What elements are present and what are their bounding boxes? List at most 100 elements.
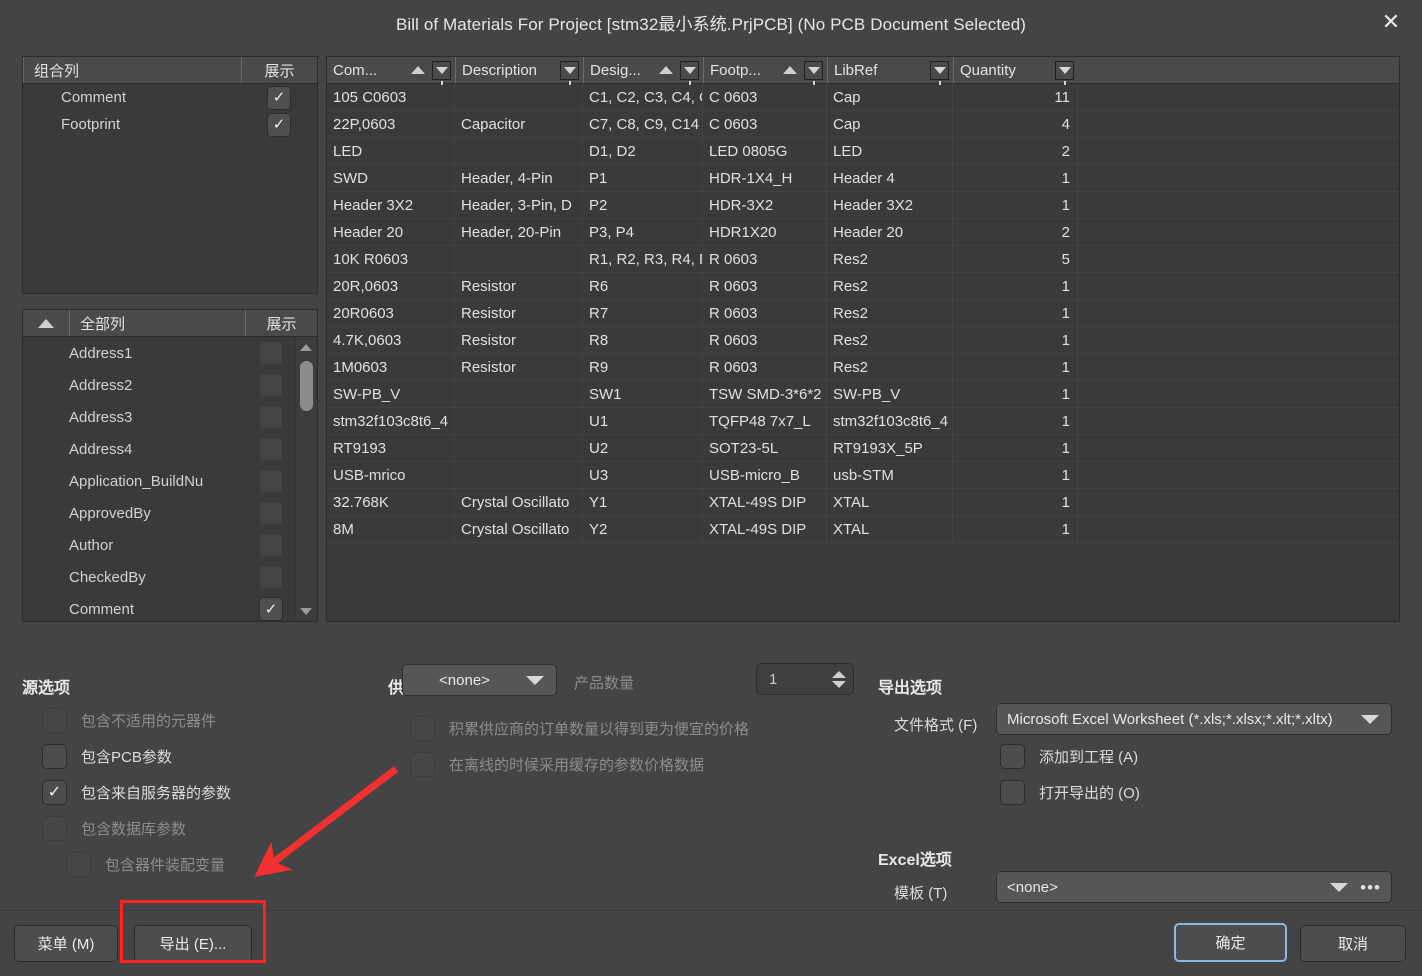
checkbox-include-assembly-variants[interactable]: ✓ 包含器件装配变量 <box>66 852 225 877</box>
chevron-down-icon[interactable] <box>1361 715 1379 724</box>
list-item[interactable]: Address1✓ <box>23 337 295 369</box>
checkbox-unchecked-icon[interactable]: ✓ <box>42 708 67 733</box>
list-item[interactable]: Address2✓ <box>23 369 295 401</box>
all-columns-scrollbar[interactable] <box>295 337 316 620</box>
list-item[interactable]: CheckedBy✓ <box>23 561 295 593</box>
grouped-columns-name-header[interactable]: 组合列 <box>23 57 241 83</box>
column-header-footprint[interactable]: Footp... <box>703 57 827 83</box>
checkbox-unchecked-icon[interactable]: ✓ <box>259 565 283 589</box>
sort-ascending-icon[interactable] <box>783 66 797 74</box>
ok-button[interactable]: 确定 <box>1174 923 1287 962</box>
all-columns-name-header[interactable]: 全部列 <box>69 310 245 336</box>
all-column-show-cell[interactable]: ✓ <box>247 597 295 621</box>
table-row[interactable]: 20R,0603ResistorR6R 0603Res21 <box>327 273 1399 300</box>
grouped-column-show-cell[interactable]: ✓ <box>241 86 317 110</box>
list-item[interactable]: ApprovedBy✓ <box>23 497 295 529</box>
table-row[interactable]: 105 C0603C1, C2, C3, C4, CC 0603Cap11 <box>327 84 1399 111</box>
checkbox-open-exported[interactable]: ✓ 打开导出的 (O) <box>1000 780 1140 805</box>
sort-ascending-icon[interactable] <box>411 66 425 74</box>
all-column-show-cell[interactable]: ✓ <box>247 437 295 461</box>
checkbox-include-server-params[interactable]: ✓ 包含来自服务器的参数 <box>42 780 231 805</box>
checkbox-unchecked-icon[interactable]: ✓ <box>259 437 283 461</box>
column-header-comment[interactable]: Com... <box>327 57 455 83</box>
checkbox-include-pcb-params[interactable]: ✓ 包含PCB参数 <box>42 744 172 769</box>
checkbox-unchecked-icon[interactable]: ✓ <box>1000 744 1025 769</box>
table-row[interactable]: SW-PB_VSW1TSW SMD-3*6*2SW-PB_V1 <box>327 381 1399 408</box>
checkbox-checked-icon[interactable]: ✓ <box>42 780 67 805</box>
filter-icon[interactable] <box>432 61 451 80</box>
scroll-down-icon[interactable] <box>300 608 312 615</box>
table-row[interactable]: stm32f103c8t6_4U1TQFP48 7x7_Lstm32f103c8… <box>327 408 1399 435</box>
all-column-show-cell[interactable]: ✓ <box>247 405 295 429</box>
scroll-up-icon[interactable] <box>296 337 316 357</box>
chevron-down-icon[interactable] <box>1330 883 1348 892</box>
list-item[interactable]: Author✓ <box>23 529 295 561</box>
all-column-show-cell[interactable]: ✓ <box>247 565 295 589</box>
all-column-show-cell[interactable]: ✓ <box>247 533 295 557</box>
sort-ascending-icon[interactable] <box>659 66 673 74</box>
filter-icon[interactable] <box>560 61 579 80</box>
checkbox-unchecked-icon[interactable]: ✓ <box>259 341 283 365</box>
filter-icon[interactable] <box>804 61 823 80</box>
all-column-show-cell[interactable]: ✓ <box>247 341 295 365</box>
menu-button[interactable]: 菜单 (M) <box>14 925 118 962</box>
table-row[interactable]: 1M0603ResistorR9R 0603Res21 <box>327 354 1399 381</box>
table-row[interactable]: RT9193U2SOT23-5LRT9193X_5P1 <box>327 435 1399 462</box>
all-column-show-cell[interactable]: ✓ <box>247 501 295 525</box>
checkbox-unchecked-icon[interactable]: ✓ <box>42 816 67 841</box>
table-row[interactable]: SWDHeader, 4-PinP1HDR-1X4_HHeader 41 <box>327 165 1399 192</box>
table-row[interactable]: 10K R0603R1, R2, R3, R4, RR 0603Res25 <box>327 246 1399 273</box>
column-header-quantity[interactable]: Quantity <box>953 57 1078 83</box>
table-row[interactable]: 32.768KCrystal OscillatoY1XTAL-49S DIPXT… <box>327 489 1399 516</box>
stepper-arrows[interactable] <box>825 671 853 688</box>
table-row[interactable]: 4.7K,0603ResistorR8R 0603Res21 <box>327 327 1399 354</box>
checkbox-add-to-project[interactable]: ✓ 添加到工程 (A) <box>1000 744 1138 769</box>
table-row[interactable]: Header 3X2Header, 3-Pin, DP2HDR-3X2Heade… <box>327 192 1399 219</box>
column-header-designator[interactable]: Desig... <box>583 57 703 83</box>
checkbox-unchecked-icon[interactable]: ✓ <box>259 373 283 397</box>
checkbox-unchecked-icon[interactable]: ✓ <box>259 469 283 493</box>
grouped-columns-show-header[interactable]: 展示 <box>241 57 317 83</box>
checkbox-unchecked-icon[interactable]: ✓ <box>66 852 91 877</box>
all-column-show-cell[interactable]: ✓ <box>247 373 295 397</box>
checkbox-use-cached-pricing-offline[interactable]: ✓ 在离线的时候采用缓存的参数价格数据 <box>410 752 704 777</box>
checkbox-unchecked-icon[interactable]: ✓ <box>259 533 283 557</box>
column-header-libref[interactable]: LibRef <box>827 57 953 83</box>
checkbox-unchecked-icon[interactable]: ✓ <box>42 744 67 769</box>
filter-icon[interactable] <box>1055 61 1074 80</box>
checkbox-unchecked-icon[interactable]: ✓ <box>259 501 283 525</box>
list-item[interactable]: Address4✓ <box>23 433 295 465</box>
file-format-select[interactable]: Microsoft Excel Worksheet (*.xls;*.xlsx;… <box>996 703 1392 735</box>
all-column-show-cell[interactable]: ✓ <box>247 469 295 493</box>
checkbox-checked-icon[interactable]: ✓ <box>267 113 291 137</box>
filter-icon[interactable] <box>930 61 949 80</box>
checkbox-checked-icon[interactable]: ✓ <box>267 86 291 110</box>
table-row[interactable]: USB-mricoU3USB-micro_Busb-STM1 <box>327 462 1399 489</box>
checkbox-unchecked-icon[interactable]: ✓ <box>259 405 283 429</box>
quantity-value[interactable]: 1 <box>757 671 825 688</box>
checkbox-unchecked-icon[interactable]: ✓ <box>1000 780 1025 805</box>
template-select[interactable]: <none> ••• <box>996 871 1392 903</box>
cancel-button[interactable]: 取消 <box>1300 925 1406 962</box>
quantity-stepper[interactable]: 1 <box>756 663 854 695</box>
filter-icon[interactable] <box>680 61 699 80</box>
scrollbar-thumb[interactable] <box>300 361 313 411</box>
table-row[interactable]: Header 20Header, 20-PinP3, P4HDR1X20Head… <box>327 219 1399 246</box>
table-row[interactable]: LEDD1, D2LED 0805GLED2 <box>327 138 1399 165</box>
chevron-down-icon[interactable] <box>526 676 544 685</box>
ellipsis-icon[interactable]: ••• <box>1360 879 1381 896</box>
checkbox-consolidate-supplier-orders[interactable]: ✓ 积累供应商的订单数量以得到更为便宜的价格 <box>410 716 749 741</box>
checkbox-include-database-params[interactable]: ✓ 包含数据库参数 <box>42 816 186 841</box>
table-row[interactable]: 20R0603ResistorR7R 0603Res21 <box>327 300 1399 327</box>
supplier-select[interactable]: <none> <box>402 664 557 696</box>
table-row[interactable]: 22P,0603CapacitorC7, C8, C9, C14C 0603Ca… <box>327 111 1399 138</box>
checkbox-unchecked-icon[interactable]: ✓ <box>410 752 435 777</box>
sort-ascending-icon[interactable] <box>23 319 69 328</box>
checkbox-checked-icon[interactable]: ✓ <box>259 597 283 621</box>
checkbox-include-not-fitted[interactable]: ✓ 包含不适用的元器件 <box>42 708 216 733</box>
export-button[interactable]: 导出 (E)... <box>134 925 252 962</box>
list-item[interactable]: Address3✓ <box>23 401 295 433</box>
checkbox-unchecked-icon[interactable]: ✓ <box>410 716 435 741</box>
list-item[interactable]: Application_BuildNu✓ <box>23 465 295 497</box>
list-item[interactable]: Footprint ✓ <box>23 111 317 138</box>
